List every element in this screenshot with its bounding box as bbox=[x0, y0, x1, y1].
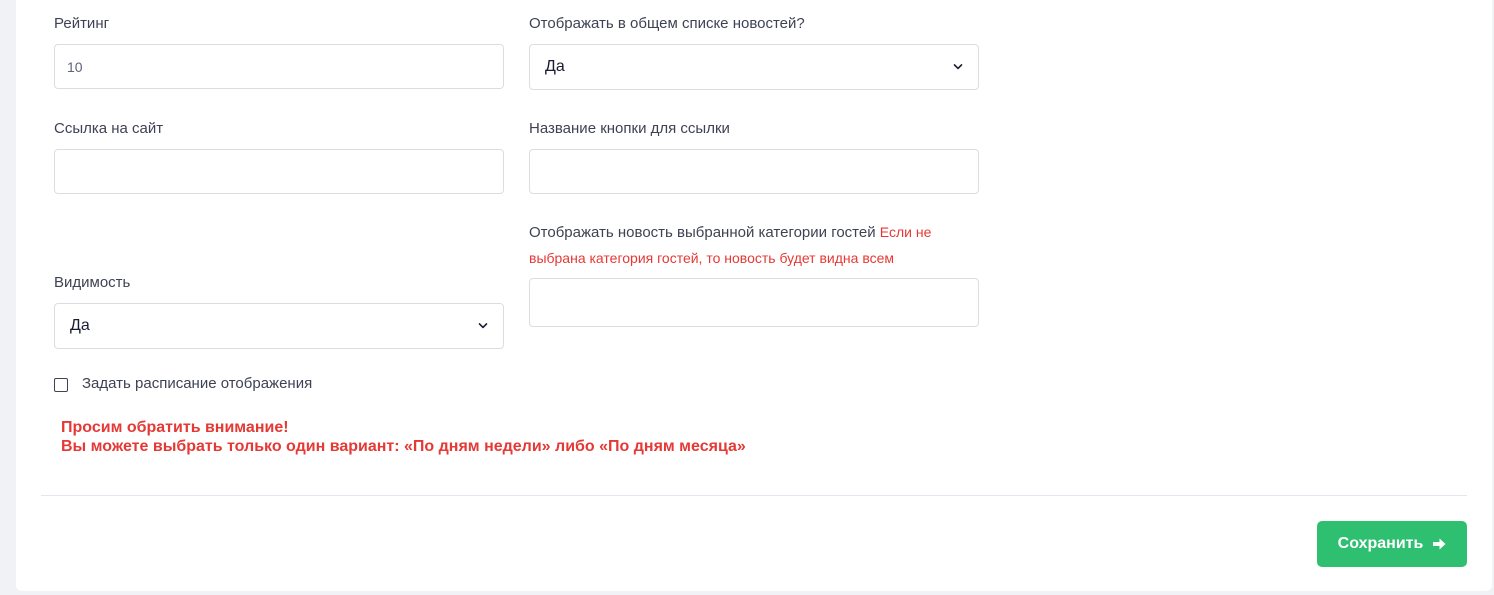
guest-category-label: Отображать новость выбранной категории г… bbox=[529, 224, 931, 241]
warning-line-2: Вы можете выбрать только один вариант: «… bbox=[61, 438, 746, 455]
site-link-label: Ссылка на сайт bbox=[54, 120, 164, 137]
warning-line-1: Просим обратить внимание! bbox=[61, 419, 289, 436]
schedule-label: Задать расписание отображения bbox=[82, 375, 313, 392]
guest-category-label-text: Отображать новость выбранной категории г… bbox=[529, 224, 876, 241]
save-button[interactable]: Сохранить bbox=[1317, 521, 1467, 567]
save-button-label: Сохранить bbox=[1337, 535, 1424, 552]
show-in-list-select[interactable]: Да bbox=[529, 44, 979, 90]
button-name-input[interactable] bbox=[529, 149, 979, 194]
rating-input[interactable] bbox=[54, 44, 504, 89]
chevron-down-icon bbox=[953, 64, 963, 70]
form-card: Рейтинг Отображать в общем списке новост… bbox=[16, 0, 1492, 591]
footer-divider bbox=[41, 495, 1467, 496]
rating-label: Рейтинг bbox=[54, 15, 110, 32]
site-link-input[interactable] bbox=[54, 149, 504, 194]
arrow-right-icon bbox=[1433, 538, 1446, 550]
guest-category-note-1: Если не bbox=[879, 224, 932, 240]
show-in-list-value: Да bbox=[545, 58, 565, 75]
visibility-label: Видимость bbox=[54, 274, 131, 291]
chevron-down-icon bbox=[478, 323, 488, 329]
guest-category-note-2: выбрана категория гостей, то новость буд… bbox=[529, 250, 895, 266]
show-in-list-label: Отображать в общем списке новостей? bbox=[529, 15, 805, 32]
visibility-select[interactable]: Да bbox=[54, 303, 504, 349]
warning-message: Просим обратить внимание! Вы можете выбр… bbox=[61, 418, 746, 456]
guest-category-input[interactable] bbox=[529, 278, 979, 327]
schedule-checkbox[interactable] bbox=[54, 378, 68, 392]
visibility-value: Да bbox=[70, 317, 90, 334]
button-name-label: Название кнопки для ссылки bbox=[529, 120, 730, 137]
